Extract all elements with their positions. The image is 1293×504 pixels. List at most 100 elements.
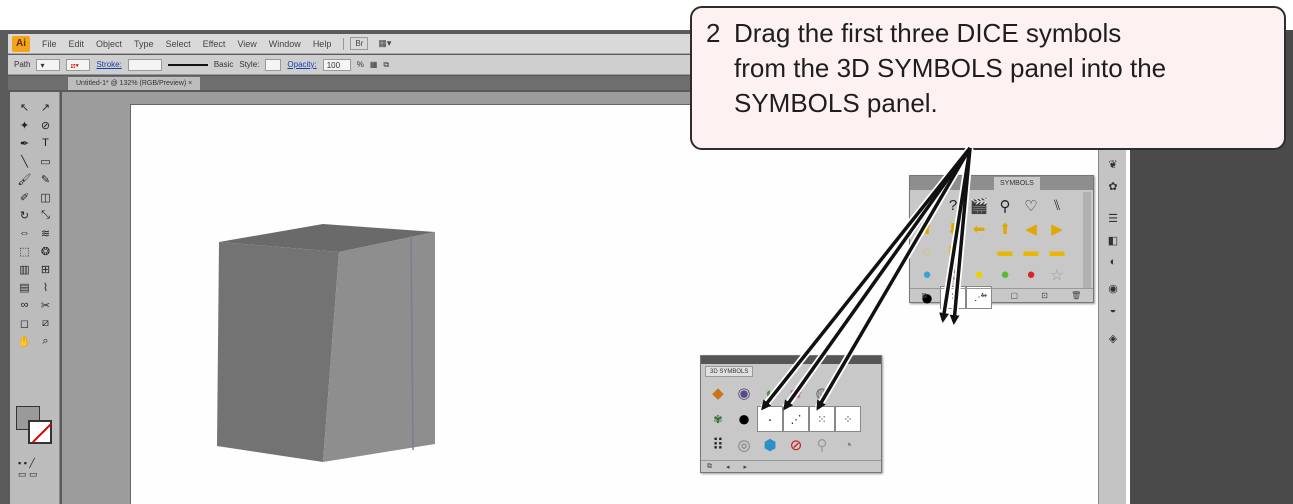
symbol-arrow-icon[interactable]: ⬇ <box>940 217 966 240</box>
stroke-weight-label[interactable]: Stroke: <box>96 60 121 69</box>
symbols-tab[interactable]: SYMBOLS <box>994 177 1040 190</box>
3d-symbol-icon[interactable]: ◍ <box>809 380 835 406</box>
gradient-icon[interactable]: ▤ <box>16 280 33 294</box>
3d-symbol-icon[interactable]: ◐ <box>757 380 783 406</box>
dice-four-icon[interactable]: ⁘ <box>835 406 861 432</box>
eyedropper-icon[interactable]: ⌇ <box>37 280 54 294</box>
artboard-icon[interactable]: ◻ <box>16 316 33 330</box>
pencil-icon[interactable]: ✎ <box>37 172 54 186</box>
opacity-input[interactable]: 100 <box>322 58 351 71</box>
symbol-arrow-icon[interactable]: ⬅ <box>966 217 992 240</box>
bridge-button[interactable]: Br <box>350 37 369 50</box>
symbol-rss-icon[interactable]: ⑊ <box>1044 194 1070 217</box>
delete-symbol-icon[interactable]: 🗑 <box>1071 291 1081 300</box>
symbol-pin-icon[interactable]: ⚑ <box>940 240 966 263</box>
rectangle-icon[interactable]: ▭ <box>37 154 54 168</box>
graphic-style-dropdown[interactable] <box>265 58 282 71</box>
transparency-panel-icon[interactable]: ◐ <box>1105 255 1121 269</box>
symbol-yellow-ball-icon[interactable]: ● <box>966 263 992 286</box>
dice-six-icon[interactable]: ⠿ <box>705 432 731 458</box>
symbol-dash-icon[interactable]: ▬ <box>1044 240 1070 263</box>
selection-icon[interactable]: ↖ <box>16 100 33 114</box>
variable-width-profile[interactable] <box>167 63 208 66</box>
layers-panel-icon[interactable]: ◈ <box>1105 331 1121 345</box>
symbol-eye-icon[interactable]: ◉ <box>914 194 940 217</box>
dice-one-icon[interactable]: · <box>757 406 783 432</box>
symbol-dash-icon[interactable]: ▬ <box>992 240 1018 263</box>
blob-brush-icon[interactable]: ✐ <box>16 190 33 204</box>
direct-selection-icon[interactable]: ↗ <box>37 100 54 114</box>
next-library-icon[interactable]: ▸ <box>744 463 748 471</box>
brush-definition[interactable]: Basic <box>214 60 234 69</box>
dice-two-icon[interactable]: ⋰ <box>783 406 809 432</box>
3d-symbol-icon[interactable]: ✾ <box>705 406 731 432</box>
symbol-arrow-icon[interactable]: ▶ <box>1044 217 1070 240</box>
opacity-label[interactable]: Opacity: <box>287 60 316 69</box>
transform-icon[interactable]: ▦ <box>370 60 378 69</box>
magic-wand-icon[interactable]: ✦ <box>16 118 33 132</box>
symbol-globe-icon[interactable]: ● <box>914 263 940 286</box>
zoom-icon[interactable]: ⌕ <box>37 334 54 348</box>
symbol-blank-icon[interactable] <box>966 240 992 263</box>
3d-symbol-icon[interactable] <box>835 380 861 406</box>
gradient-panel-icon[interactable]: ◧ <box>1105 233 1121 247</box>
3d-symbol-icon[interactable]: ◎ <box>731 432 757 458</box>
symbol-help-icon[interactable]: ? <box>940 194 966 217</box>
pen-icon[interactable]: ✒ <box>16 136 33 150</box>
symbol-arrow-icon[interactable]: ⬆ <box>992 217 1018 240</box>
3d-symbol-icon[interactable]: ⚲ <box>809 432 835 458</box>
3d-cube[interactable] <box>211 220 471 470</box>
menu-file[interactable]: File <box>36 39 63 49</box>
3d-symbols-tab[interactable]: 3D SYMBOLS <box>705 366 754 377</box>
symbol-library-icon[interactable]: ⧉ <box>922 291 928 301</box>
mesh-icon[interactable]: ⊞ <box>37 262 54 276</box>
symbol-arrow-icon[interactable]: ◀ <box>1018 217 1044 240</box>
scale-icon[interactable]: ⤡ <box>37 208 54 222</box>
appearance-panel-icon[interactable]: ◉ <box>1105 281 1121 295</box>
width-icon[interactable]: ⇔ <box>16 226 33 240</box>
warp-icon[interactable]: ≋ <box>37 226 54 240</box>
symbol-flower-icon[interactable]: ✿ <box>940 263 966 286</box>
symbol-clapper-icon[interactable]: 🎬 <box>966 194 992 217</box>
scissors-icon[interactable]: ✂ <box>37 298 54 312</box>
menu-effect[interactable]: Effect <box>197 39 232 49</box>
no-symbol-icon[interactable]: ⊘ <box>783 432 809 458</box>
paintbrush-icon[interactable]: 🖌 <box>16 172 33 186</box>
symbol-green-ball-icon[interactable]: ● <box>992 263 1018 286</box>
graph-icon[interactable]: ▥ <box>16 262 33 276</box>
lasso-icon[interactable]: ⊘ <box>37 118 54 132</box>
hand-icon[interactable]: ✋ <box>16 334 33 348</box>
symbol-dash-icon[interactable]: ▬ <box>1018 240 1044 263</box>
symbol-red-icon[interactable]: ● <box>1018 263 1044 286</box>
3d-symbol-icon[interactable]: ◔ <box>835 432 861 458</box>
swatches-panel-icon[interactable]: ❦ <box>1105 157 1121 171</box>
type-icon[interactable]: T <box>37 136 54 150</box>
menu-view[interactable]: View <box>231 39 262 49</box>
3d-symbol-icon[interactable]: ⬢ <box>757 432 783 458</box>
symbol-heart-icon[interactable]: ♡ <box>1018 194 1044 217</box>
close-tab-icon[interactable]: × <box>188 80 192 87</box>
symbol-star-icon[interactable]: ☆ <box>1044 263 1070 286</box>
align-icon[interactable]: ⧉ <box>383 60 389 70</box>
blend-icon[interactable]: ∞ <box>16 298 33 312</box>
library-menu-icon[interactable]: ⧉ <box>707 463 712 471</box>
menu-type[interactable]: Type <box>128 39 160 49</box>
symbols-panel-icon[interactable]: ✿ <box>1105 179 1121 193</box>
place-symbol-icon[interactable]: ➘ <box>951 291 958 300</box>
arrange-documents-icon[interactable]: ▦▾ <box>372 38 397 49</box>
free-transform-icon[interactable]: ⬚ <box>16 244 33 258</box>
dice-three-icon[interactable]: ⁙ <box>809 406 835 432</box>
document-tab[interactable]: Untitled-1* @ 132% (RGB/Preview) × <box>68 77 201 90</box>
symbol-sprayer-icon[interactable]: ❂ <box>37 244 54 258</box>
stroke-panel-icon[interactable]: ☰ <box>1105 211 1121 225</box>
menu-select[interactable]: Select <box>160 39 197 49</box>
menu-window[interactable]: Window <box>263 39 307 49</box>
3d-symbol-icon[interactable]: ✿ <box>783 380 809 406</box>
dice-black-icon[interactable]: ● <box>731 406 757 432</box>
3d-symbol-icon[interactable]: ◆ <box>705 380 731 406</box>
new-symbol-icon[interactable]: ⊡ <box>1041 291 1048 300</box>
menu-help[interactable]: Help <box>307 39 338 49</box>
panel-titlebar[interactable] <box>701 356 881 364</box>
symbol-search-icon[interactable]: ⚲ <box>992 194 1018 217</box>
previous-library-icon[interactable]: ◂ <box>726 463 730 471</box>
